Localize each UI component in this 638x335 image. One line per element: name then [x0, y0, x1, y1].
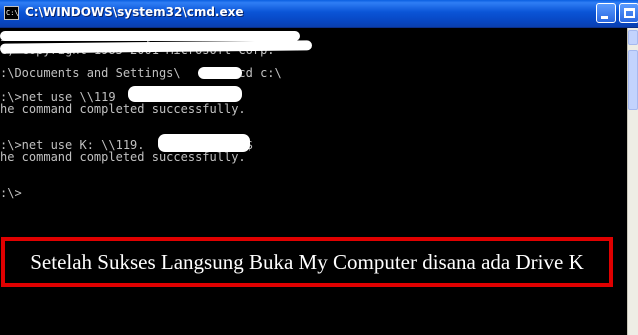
redaction-mark [158, 134, 250, 152]
maximize-icon [624, 8, 635, 18]
console-app-icon[interactable]: C:\ [4, 6, 19, 20]
maximize-button[interactable] [619, 3, 638, 23]
caption-box: Setelah Sukses Langsung Buka My Computer… [1, 237, 613, 287]
scroll-thumb[interactable] [628, 50, 638, 110]
vertical-scrollbar[interactable] [627, 28, 638, 335]
console-line-prompt: :\> [0, 186, 22, 200]
console-line-result-1: he command completed successfully. [0, 102, 246, 116]
redaction-mark [128, 86, 242, 102]
caption-text: Setelah Sukses Langsung Buka My Computer… [30, 250, 584, 274]
redaction-mark [0, 31, 300, 41]
minimize-icon [601, 16, 608, 19]
scroll-up-arrow-icon[interactable] [628, 30, 638, 45]
title-bar[interactable]: C:\ C:\WINDOWS\system32\cmd.exe [0, 0, 638, 28]
console-line-result-2: he command completed successfully. [0, 150, 246, 164]
cmd-window: C:\ C:\WINDOWS\system32\cmd.exe icrosoft… [0, 0, 638, 335]
console-output[interactable]: icrosoft Windows XP [Version 5.1.2600] C… [0, 28, 626, 335]
window-title: C:\WINDOWS\system32\cmd.exe [25, 5, 244, 19]
minimize-button[interactable] [596, 3, 616, 23]
redaction-mark [198, 67, 242, 79]
